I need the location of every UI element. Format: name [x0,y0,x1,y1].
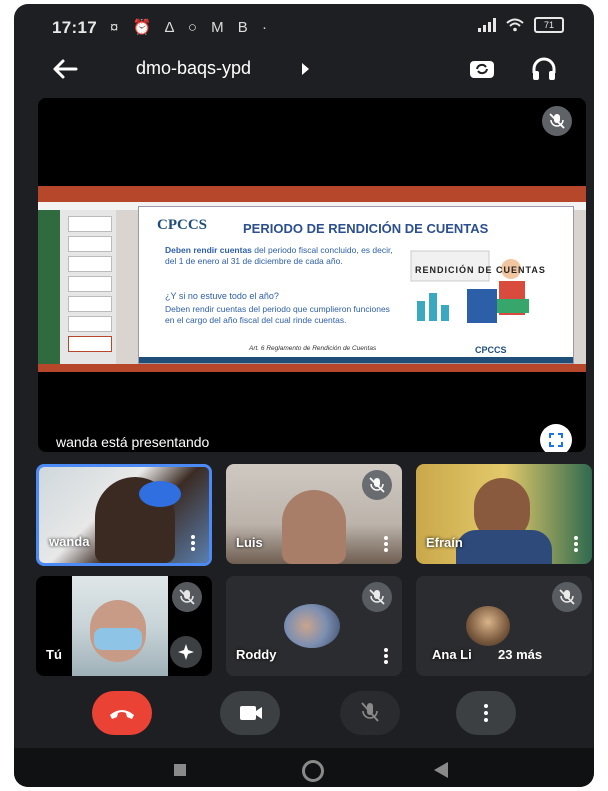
meeting-code[interactable]: dmo-baqs-ypd [136,58,251,79]
signal-icon [478,18,496,32]
slide-logo: CPCCS [157,217,208,233]
mute-badge [362,470,392,500]
avatar [466,606,510,646]
meeting-info-arrow-icon[interactable] [302,63,309,75]
presenting-label: wanda está presentando [56,434,210,450]
hang-up-icon [110,710,134,719]
more-participants-label: 23 más [498,647,543,662]
phone-screen: 17:17 ¤ ⏰ Δ ○ M B · 71 dmo-baqs-ypd CPCC… [14,4,594,787]
taskbar-left [38,210,60,364]
back-arrow-icon[interactable] [50,54,80,84]
status-time: 17:17 [52,18,97,37]
battery-icon: 71 [534,17,564,33]
end-call-button[interactable] [92,691,152,735]
more-options-icon[interactable] [191,535,195,551]
participant-name: Luis [236,535,263,550]
more-options-icon[interactable] [384,648,388,664]
effects-button[interactable] [170,636,202,668]
more-options-icon[interactable] [384,536,388,552]
app-ribbon [38,186,586,202]
participant-tile-wanda[interactable]: wanda [36,464,212,566]
slide-footer-logo: CPCCS [475,345,507,355]
slide-question: ¿Y si no estuve todo el año? [165,291,279,301]
participant-name: wanda [49,534,90,549]
avatar [284,604,340,648]
slide-illustration [410,250,529,323]
more-options-button[interactable] [456,691,516,735]
mic-off-icon [179,589,195,605]
recents-icon[interactable] [174,764,186,776]
meeting-top-bar: dmo-baqs-ypd [14,46,594,92]
mute-badge [552,582,582,612]
notification-icons: ¤ ⏰ Δ ○ M B · [110,19,272,36]
sparkle-icon [178,644,194,660]
participant-tile-more[interactable]: Ana Li 23 más [416,576,592,676]
more-vert-icon [484,704,488,722]
slide-stripe [139,357,573,363]
slide-thumbnails [60,210,116,364]
stage-mute-badge [542,106,572,136]
slide-title: PERIODO DE RENDICIÓN DE CUENTAS [243,221,489,236]
mic-off-icon [369,477,385,493]
back-icon[interactable] [434,762,448,778]
participant-name: Ana Li [432,647,472,662]
mute-badge [172,582,202,612]
participant-tile-self[interactable]: Tú [36,576,212,676]
video-camera-icon [240,706,262,720]
mute-badge [362,582,392,612]
slide-footer: Art. 6 Reglamento de Rendición de Cuenta… [249,345,377,352]
slide-paragraph-2: Deben rendir cuentas del periodo que cum… [165,304,390,325]
mic-off-icon [559,589,575,605]
participant-tile-roddy[interactable]: Roddy [226,576,402,676]
slide-paragraph-1: Deben rendir cuentas del periodo fiscal … [165,245,395,267]
participant-tile-luis[interactable]: Luis [226,464,402,564]
slide-art-title: RENDICIÓN DE CUENTAS [415,265,546,275]
wifi-icon [506,18,524,32]
participant-tile-efrain[interactable]: Efraín [416,464,592,564]
status-bar: 17:17 ¤ ⏰ Δ ○ M B · 71 [14,4,594,46]
presentation-stage[interactable]: CPCCS PERIODO DE RENDICIÓN DE CUENTAS De… [38,98,586,452]
android-nav-bar [14,748,594,787]
mic-off-icon [369,589,385,605]
participant-name: Roddy [236,647,277,662]
status-right-icons: 71 [478,17,564,33]
fullscreen-button[interactable] [540,424,572,452]
shared-screen: CPCCS PERIODO DE RENDICIÓN DE CUENTAS De… [38,186,586,372]
mic-off-icon [549,113,565,129]
microphone-button[interactable] [340,691,400,735]
slide-paragraph-1-bold: Deben rendir cuentas [165,245,252,255]
participant-name: Tú [46,647,62,662]
switch-camera-icon[interactable] [468,55,496,83]
app-status-bar [38,364,586,372]
participant-name: Efraín [426,535,463,550]
home-icon[interactable] [302,760,324,782]
headphones-icon[interactable] [530,55,558,83]
camera-button[interactable] [220,691,280,735]
more-options-icon[interactable] [574,536,578,552]
mic-off-icon [361,702,379,722]
fullscreen-icon [549,433,563,447]
slide: CPCCS PERIODO DE RENDICIÓN DE CUENTAS De… [138,206,574,364]
